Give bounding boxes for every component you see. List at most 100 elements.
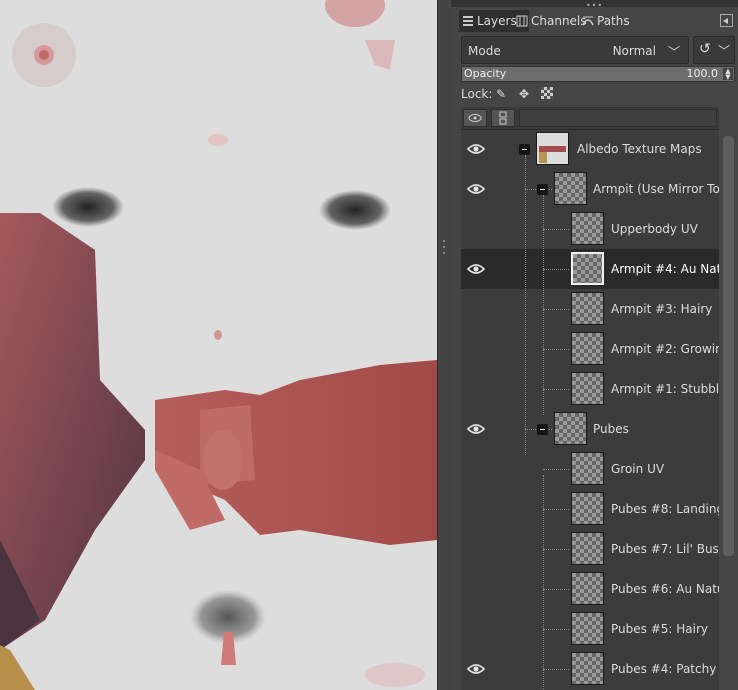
scrollbar-thumb[interactable] — [723, 136, 734, 556]
layer-thumbnail[interactable] — [554, 172, 587, 205]
collapse-icon[interactable] — [519, 144, 530, 155]
layer-thumbnail[interactable] — [571, 532, 604, 565]
layer-name[interactable]: Pubes #5: Hairy — [611, 622, 719, 636]
layer-name[interactable]: Pubes #8: Landing Strip — [611, 502, 719, 516]
texture-map-artwork — [0, 0, 437, 690]
channels-icon — [516, 15, 528, 27]
tree-connector — [543, 229, 569, 230]
layer-row[interactable]: Armpit (Use Mirror Tool) — [461, 169, 719, 209]
cycle-icon: ↺ — [699, 41, 711, 57]
alpha-lock-icon[interactable] — [540, 87, 554, 101]
layer-thumbnail[interactable] — [571, 572, 604, 605]
tab-label: Layers — [477, 14, 517, 28]
visibility-toggle[interactable] — [466, 663, 486, 675]
dock-handle-icon[interactable]: ••• — [586, 1, 603, 10]
layers-dock: ••• Layers Channels Paths Mode Normal ﹀ — [451, 0, 738, 690]
tree-connector — [543, 195, 544, 415]
tab-menu-icon[interactable] — [720, 14, 733, 27]
visibility-toggle[interactable] — [466, 463, 486, 475]
layer-thumbnail[interactable] — [571, 372, 604, 405]
tree-connector — [543, 309, 569, 310]
layer-thumbnail[interactable] — [571, 652, 604, 685]
layer-name[interactable]: Groin UV — [611, 462, 719, 476]
opacity-slider[interactable]: Opacity 100.0 ▲ ▼ — [461, 66, 735, 82]
layer-name[interactable]: Armpit #1: Stubble — [611, 382, 719, 396]
layer-row[interactable]: Armpit #3: Hairy — [461, 289, 719, 329]
visibility-toggle[interactable] — [466, 383, 486, 395]
layer-name[interactable]: Armpit (Use Mirror Tool) — [593, 182, 719, 196]
layer-name[interactable]: Armpit #3: Hairy — [611, 302, 719, 316]
layer-thumbnail[interactable] — [571, 612, 604, 645]
visibility-column-header[interactable] — [463, 109, 487, 127]
visibility-toggle[interactable] — [466, 503, 486, 515]
layer-name[interactable]: Pubes #7: Lil' Bush — [611, 542, 719, 556]
layer-thumbnail[interactable] — [571, 252, 604, 285]
visibility-toggle[interactable] — [466, 303, 486, 315]
chevron-down-icon: ﹀ — [718, 44, 731, 58]
layer-list-header — [461, 107, 719, 130]
layer-row[interactable]: Pubes #4: Patchy — [461, 649, 719, 689]
layer-row[interactable]: Pubes #6: Au Naturel — [461, 569, 719, 609]
layer-name[interactable]: Armpit #2: Growing — [611, 342, 719, 356]
layer-row[interactable]: Pubes #5: Hairy — [461, 609, 719, 649]
layer-thumbnail[interactable] — [571, 212, 604, 245]
visibility-toggle[interactable] — [466, 223, 486, 235]
paths-icon — [582, 16, 594, 26]
visibility-toggle[interactable] — [466, 183, 486, 195]
layer-row[interactable]: Albedo Texture Maps — [461, 129, 719, 169]
layer-row[interactable]: Upperbody UV — [461, 209, 719, 249]
chevron-down-icon: ﹀ — [667, 45, 680, 59]
layer-row[interactable]: Armpit #2: Growing — [461, 329, 719, 369]
visibility-toggle[interactable] — [466, 623, 486, 635]
layer-thumbnail[interactable] — [571, 492, 604, 525]
chain-icon — [499, 111, 507, 125]
eye-icon — [466, 184, 486, 194]
visibility-toggle[interactable] — [466, 143, 486, 155]
visibility-toggle[interactable] — [466, 583, 486, 595]
collapse-icon[interactable] — [537, 424, 548, 435]
opacity-spin-button[interactable]: ▲ ▼ — [723, 68, 733, 81]
layer-name[interactable]: Upperbody UV — [611, 222, 719, 236]
visibility-toggle[interactable] — [466, 263, 486, 275]
layer-name[interactable]: Pubes #6: Au Naturel — [611, 582, 719, 596]
layer-name[interactable]: Pubes #4: Patchy — [611, 662, 719, 676]
layer-rows: Albedo Texture Maps Armpit (Use Mirror To… — [461, 129, 719, 690]
divider-grip — [443, 246, 445, 248]
visibility-toggle[interactable] — [466, 423, 486, 435]
layer-row[interactable]: Pubes #7: Lil' Bush — [461, 529, 719, 569]
layer-row[interactable]: Pubes — [461, 409, 719, 449]
layer-row[interactable]: Groin UV — [461, 449, 719, 489]
layer-thumbnail[interactable] — [536, 132, 569, 165]
position-lock-icon[interactable]: ✥ — [517, 87, 531, 101]
tree-connector — [543, 589, 569, 590]
panel-divider[interactable] — [437, 0, 452, 690]
paint-lock-icon[interactable]: ✎ — [494, 87, 508, 101]
eye-icon — [466, 144, 486, 154]
layer-row[interactable]: Armpit #1: Stubble — [461, 369, 719, 409]
layer-thumbnail[interactable] — [554, 412, 587, 445]
layer-list-scrollbar[interactable] — [722, 128, 736, 690]
layer-thumbnail[interactable] — [571, 452, 604, 485]
visibility-toggle[interactable] — [466, 343, 486, 355]
layers-icon — [463, 16, 473, 26]
layer-thumbnail[interactable] — [571, 332, 604, 365]
tree-connector — [543, 389, 569, 390]
divider-grip — [443, 240, 445, 242]
layer-thumbnail[interactable] — [571, 292, 604, 325]
layer-name[interactable]: Albedo Texture Maps — [577, 142, 719, 156]
layer-name[interactable]: Pubes — [593, 422, 719, 436]
composite-mode-button[interactable]: ↺ ﹀ — [693, 36, 735, 64]
name-column-header[interactable] — [519, 109, 717, 127]
thumbnail-detail — [539, 152, 547, 163]
tree-connector — [525, 155, 526, 455]
link-column-header[interactable] — [491, 109, 515, 127]
layer-name[interactable]: Armpit #4: Au Naturel — [611, 262, 719, 276]
layer-row[interactable]: Pubes #8: Landing Strip — [461, 489, 719, 529]
visibility-toggle[interactable] — [466, 543, 486, 555]
mode-select[interactable]: Mode Normal ﹀ — [461, 36, 689, 64]
layer-row[interactable]: Armpit #4: Au Naturel — [461, 249, 719, 289]
tree-connector — [543, 475, 544, 690]
tab-paths[interactable]: Paths — [579, 10, 647, 32]
image-canvas[interactable] — [0, 0, 437, 690]
collapse-icon[interactable] — [537, 184, 548, 195]
